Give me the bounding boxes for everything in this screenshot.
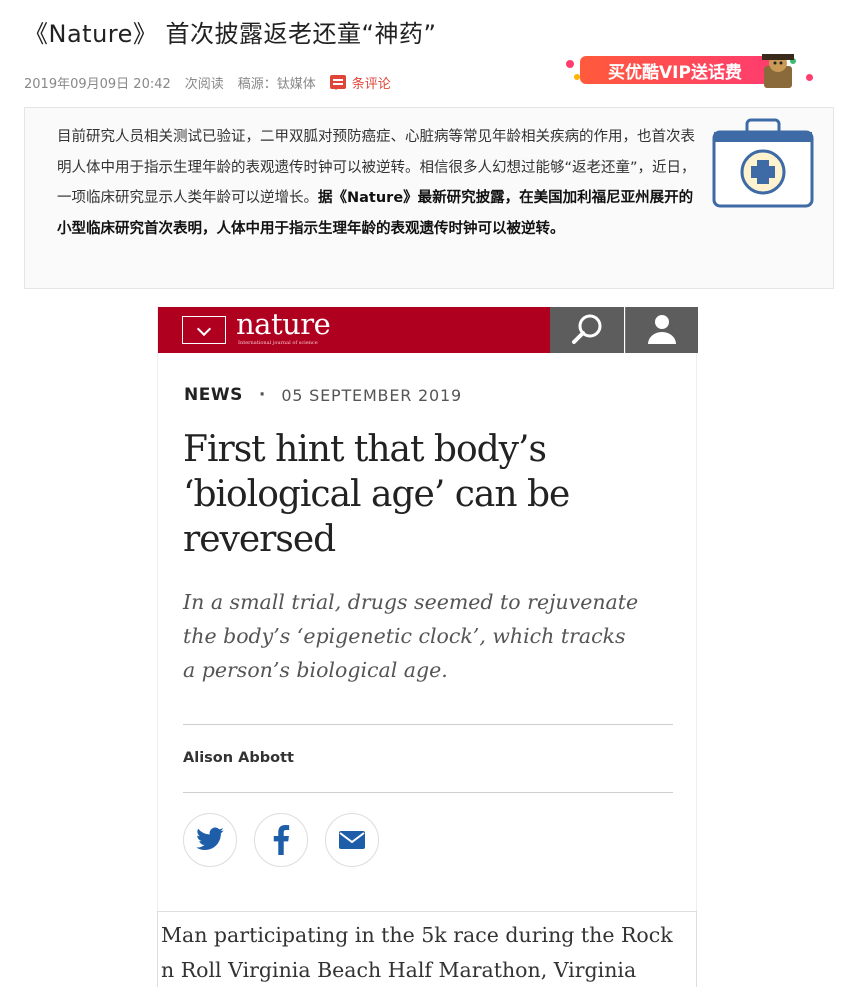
email-icon xyxy=(339,831,365,849)
article-summary: 目前研究人员相关测试已验证，二甲双胍对预防癌症、心脏病等常见年龄相关疾病的作用，… xyxy=(24,107,834,289)
nature-tagline: International journal of science xyxy=(238,340,318,346)
comment-label: 条评论 xyxy=(351,76,391,92)
publish-date: 2019年09月09日 20:42 xyxy=(24,76,171,92)
summary-text: 目前研究人员相关测试已验证，二甲双胍对预防癌症、心脏病等常见年龄相关疾病的作用，… xyxy=(57,122,697,244)
article-title: 《Nature》 首次披露返老还童“神药” xyxy=(24,20,437,48)
image-caption: Man participating in the 5k race during … xyxy=(157,911,697,987)
account-button[interactable] xyxy=(625,307,698,353)
menu-chevron-button[interactable] xyxy=(182,316,226,344)
nature-logo[interactable]: nature xyxy=(236,307,331,341)
confetti-icon xyxy=(806,74,813,81)
search-button[interactable] xyxy=(550,307,624,353)
section-label[interactable]: NEWS xyxy=(184,385,243,405)
nature-header: nature International journal of science xyxy=(158,307,698,353)
read-count: 次阅读 xyxy=(184,76,224,92)
headline: First hint that body’s ‘biological age’ … xyxy=(183,429,570,560)
share-twitter-button[interactable] xyxy=(183,813,237,867)
share-email-button[interactable] xyxy=(325,813,379,867)
article-meta: 2019年09月09日 20:42 次阅读 稿源：钛媒体 条评论 xyxy=(24,72,391,92)
share-facebook-button[interactable] xyxy=(254,813,308,867)
divider xyxy=(183,724,673,725)
separator: · xyxy=(258,385,266,405)
vip-promo-banner[interactable]: 买优酷VIP送话费 xyxy=(562,52,816,88)
facebook-icon xyxy=(273,825,290,855)
standfirst: In a small trial, drugs seemed to rejuve… xyxy=(183,590,639,682)
article-kicker: NEWS · 05 SEPTEMBER 2019 xyxy=(184,385,462,405)
user-icon xyxy=(648,315,676,344)
divider xyxy=(183,792,673,793)
nature-article-screenshot: nature International journal of science … xyxy=(157,307,698,987)
caption-text: Man participating in the 5k race during … xyxy=(161,923,673,982)
mascot-icon xyxy=(762,54,794,88)
confetti-icon xyxy=(566,60,574,68)
twitter-icon xyxy=(196,827,224,851)
article-date: 05 SEPTEMBER 2019 xyxy=(281,385,462,405)
comment-link[interactable]: 条评论 xyxy=(329,73,391,92)
search-icon xyxy=(572,314,602,344)
first-aid-kit-icon xyxy=(712,118,814,208)
vip-promo-text: 买优酷VIP送话费 xyxy=(580,56,770,84)
comment-icon xyxy=(329,75,346,90)
author-name[interactable]: Alison Abbott xyxy=(183,750,294,766)
nature-brand-bar: nature International journal of science xyxy=(158,307,550,353)
source: 稿源：钛媒体 xyxy=(237,76,316,92)
